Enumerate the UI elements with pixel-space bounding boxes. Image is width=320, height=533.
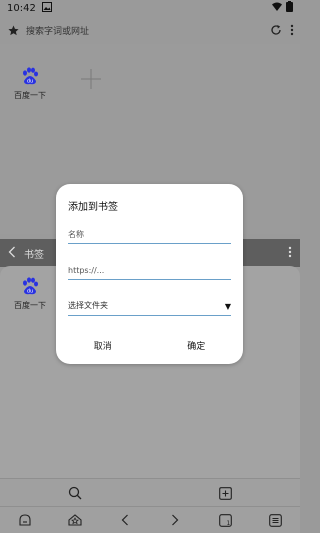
shortcut-baidu[interactable]: du 百度一下 <box>14 66 46 101</box>
add-square-icon[interactable] <box>213 482 237 504</box>
svg-text:du: du <box>27 289 33 295</box>
baidu-paw-icon: du <box>20 276 40 296</box>
folder-select[interactable]: 选择文件夹 ▼ <box>68 296 231 316</box>
wifi-icon <box>272 2 282 14</box>
add-shortcut-button[interactable] <box>76 66 106 96</box>
bookmark-name-field[interactable] <box>68 224 231 244</box>
dropdown-caret-icon: ▼ <box>224 302 231 311</box>
plus-icon <box>80 68 102 94</box>
address-search-placeholder[interactable]: 搜索字词或网址 <box>26 24 89 37</box>
confirm-button[interactable]: 确定 <box>179 335 213 356</box>
search-icon[interactable] <box>63 482 87 504</box>
folder-select-label: 选择文件夹 <box>68 301 108 310</box>
dialog-actions: 取消 确定 <box>56 335 243 356</box>
star-icon[interactable] <box>6 23 20 37</box>
shortcut-label: 百度一下 <box>14 91 46 100</box>
back-icon[interactable] <box>113 509 137 531</box>
bookmark-home-icon[interactable] <box>63 509 87 531</box>
browser-toolbar: 1 <box>0 506 300 533</box>
address-bar: 搜索字词或网址 <box>0 16 300 44</box>
back-chevron-icon[interactable] <box>8 246 16 261</box>
image-icon <box>41 1 52 15</box>
status-bar: 10:42 <box>0 0 300 16</box>
bookmark-label: 百度一下 <box>14 301 46 310</box>
battery-icon <box>286 1 293 15</box>
bookmark-url-input[interactable] <box>68 266 231 275</box>
baidu-paw-icon: du <box>20 66 40 86</box>
dialog-title: 添加到书签 <box>68 202 118 213</box>
bookmark-item-baidu[interactable]: du 百度一下 <box>14 276 46 311</box>
add-bookmark-dialog: 添加到书签 选择文件夹 ▼ 取消 确定 <box>56 184 243 364</box>
bookmark-url-field[interactable] <box>68 260 231 280</box>
panel-toolbar <box>0 478 300 506</box>
more-vertical-icon[interactable] <box>290 21 294 40</box>
bookmark-name-input[interactable] <box>68 230 231 239</box>
home-icon[interactable] <box>13 509 37 531</box>
menu-icon[interactable] <box>263 509 287 531</box>
tabs-icon[interactable]: 1 <box>213 509 237 531</box>
cancel-button[interactable]: 取消 <box>86 335 120 356</box>
bookmarks-title: 书签 <box>24 249 44 261</box>
refresh-icon[interactable] <box>270 21 282 40</box>
more-vertical-icon[interactable] <box>288 246 292 261</box>
svg-text:1: 1 <box>226 520 230 527</box>
svg-text:du: du <box>27 79 33 85</box>
status-time: 10:42 <box>7 2 36 14</box>
forward-icon[interactable] <box>163 509 187 531</box>
